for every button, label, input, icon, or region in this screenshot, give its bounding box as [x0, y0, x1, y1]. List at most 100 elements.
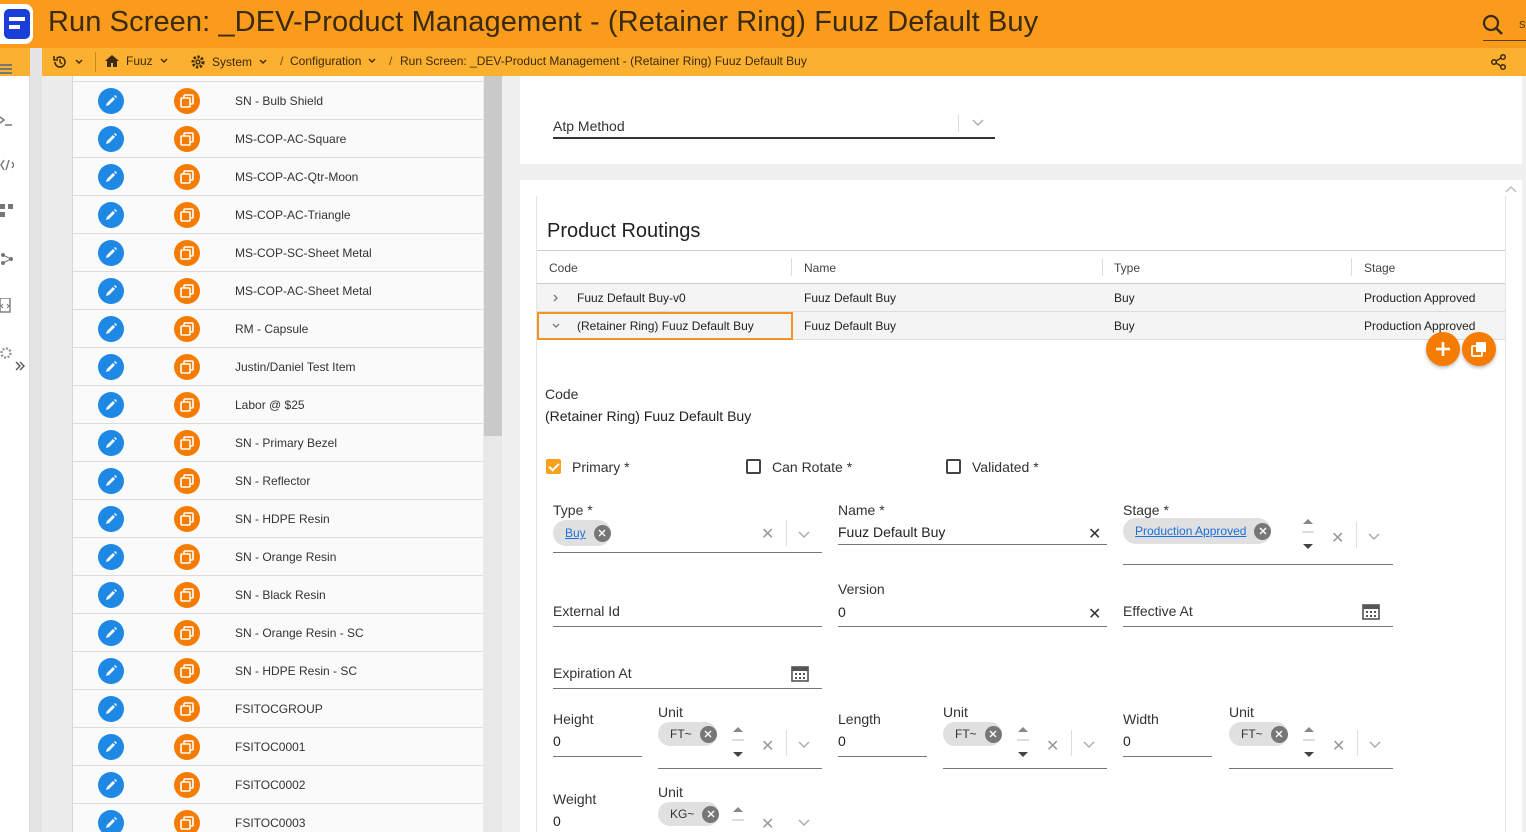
copy-icon[interactable]: [174, 392, 200, 418]
length-unit-select[interactable]: [943, 768, 1107, 769]
copy-icon[interactable]: [174, 468, 200, 494]
pencil-icon[interactable]: [98, 164, 124, 190]
pencil-icon[interactable]: [98, 392, 124, 418]
column-header-type[interactable]: Type: [1114, 261, 1140, 275]
pencil-icon[interactable]: [98, 810, 124, 832]
clear-icon[interactable]: ✕: [1088, 524, 1101, 544]
list-item[interactable]: MS-COP-AC-Square: [73, 120, 483, 158]
list-item[interactable]: RM - Capsule: [73, 310, 483, 348]
chevron-up-icon[interactable]: [1504, 184, 1518, 196]
column-header-name[interactable]: Name: [804, 261, 836, 275]
pencil-icon[interactable]: [98, 582, 124, 608]
search-icon[interactable]: [1480, 12, 1506, 38]
list-item[interactable]: MS-COP-SC-Sheet Metal: [73, 234, 483, 272]
list-item[interactable]: FSITOC0001: [73, 728, 483, 766]
history-menu[interactable]: [52, 54, 84, 70]
pencil-icon[interactable]: [98, 240, 124, 266]
copy-icon[interactable]: [174, 202, 200, 228]
weight-unit-chip[interactable]: KG~: [658, 802, 720, 826]
copy-button[interactable]: [1462, 332, 1496, 366]
close-icon[interactable]: [593, 524, 611, 542]
chevron-down-icon[interactable]: [551, 321, 561, 331]
code-icon[interactable]: [0, 158, 14, 172]
settings-icon[interactable]: [0, 346, 14, 360]
scroll-arrows-icon[interactable]: [1016, 722, 1030, 762]
validated-checkbox[interactable]: [946, 459, 961, 474]
scroll-arrows-icon[interactable]: [1301, 514, 1315, 554]
copy-icon[interactable]: [174, 544, 200, 570]
pencil-icon[interactable]: [98, 772, 124, 798]
copy-icon[interactable]: [174, 810, 200, 832]
list-item[interactable]: MS-COP-AC-Sheet Metal: [73, 272, 483, 310]
length-unit-chip[interactable]: FT~: [943, 722, 1002, 746]
copy-icon[interactable]: [174, 240, 200, 266]
pencil-icon[interactable]: [98, 734, 124, 760]
list-item[interactable]: SN - HDPE Resin: [73, 500, 483, 538]
list-item[interactable]: SN - HDPE Resin - SC: [73, 652, 483, 690]
pencil-icon[interactable]: [98, 620, 124, 646]
calendar-icon[interactable]: [1362, 602, 1380, 620]
calendar-icon[interactable]: [791, 664, 809, 682]
copy-icon[interactable]: [174, 316, 200, 342]
pencil-icon[interactable]: [98, 316, 124, 342]
pencil-icon[interactable]: [98, 468, 124, 494]
list-item[interactable]: SN - Reflector: [73, 462, 483, 500]
weight-input[interactable]: 0: [553, 813, 561, 829]
app-logo[interactable]: [0, 4, 33, 44]
share-icon[interactable]: [1490, 53, 1508, 71]
pencil-icon[interactable]: [98, 278, 124, 304]
clear-icon[interactable]: ✕: [761, 814, 774, 832]
chevron-down-icon[interactable]: [797, 738, 811, 750]
search-input[interactable]: s: [1519, 16, 1526, 31]
copy-icon[interactable]: [174, 430, 200, 456]
table-row-selected[interactable]: (Retainer Ring) Fuuz Default Buy Fuuz De…: [537, 312, 1505, 340]
copy-icon[interactable]: [174, 126, 200, 152]
chevron-right-icon[interactable]: [551, 293, 561, 303]
scrollbar-thumb[interactable]: [484, 76, 502, 436]
chevron-down-icon[interactable]: [797, 816, 811, 828]
chevron-down-icon[interactable]: [797, 528, 811, 540]
close-icon[interactable]: [984, 725, 1002, 743]
pencil-icon[interactable]: [98, 544, 124, 570]
copy-icon[interactable]: [174, 658, 200, 684]
network-icon[interactable]: [0, 252, 14, 266]
height-unit-select[interactable]: [658, 768, 822, 769]
copy-icon[interactable]: [174, 88, 200, 114]
copy-icon[interactable]: [174, 696, 200, 722]
expiration-at-input[interactable]: [553, 688, 822, 689]
type-chip-label[interactable]: Buy: [565, 526, 586, 540]
copy-icon[interactable]: [174, 734, 200, 760]
chevron-down-icon[interactable]: [1367, 530, 1381, 542]
atp-method-select[interactable]: [553, 137, 995, 139]
length-input[interactable]: 0: [838, 733, 846, 749]
height-unit-chip[interactable]: FT~: [658, 722, 717, 746]
clear-icon[interactable]: ✕: [1332, 736, 1345, 756]
stage-chip-label[interactable]: Production Approved: [1135, 524, 1246, 538]
list-scrollbar[interactable]: [484, 76, 502, 832]
stage-chip[interactable]: Production Approved: [1123, 518, 1272, 544]
pencil-icon[interactable]: [98, 430, 124, 456]
terminal-icon[interactable]: [0, 114, 14, 128]
primary-checkbox[interactable]: [546, 459, 561, 474]
name-input[interactable]: Fuuz Default Buy: [838, 524, 945, 540]
pencil-icon[interactable]: [98, 202, 124, 228]
pencil-icon[interactable]: [98, 696, 124, 722]
menu-icon[interactable]: [0, 62, 14, 76]
pencil-icon[interactable]: [98, 658, 124, 684]
list-item[interactable]: SN - Black Resin: [73, 576, 483, 614]
file-code-icon[interactable]: [0, 298, 14, 314]
list-item[interactable]: MS-COP-AC-Triangle: [73, 196, 483, 234]
list-item[interactable]: SN - Primary Bezel: [73, 424, 483, 462]
close-icon[interactable]: [1270, 725, 1288, 743]
clear-icon[interactable]: ✕: [761, 524, 774, 544]
can-rotate-checkbox[interactable]: [746, 459, 761, 474]
breadcrumb-configuration[interactable]: Configuration: [290, 54, 377, 68]
type-select[interactable]: [553, 552, 822, 553]
external-id-input[interactable]: [553, 626, 822, 627]
scroll-arrows-icon[interactable]: [731, 722, 745, 762]
pencil-icon[interactable]: [98, 126, 124, 152]
clear-icon[interactable]: ✕: [1046, 736, 1059, 756]
copy-icon[interactable]: [174, 620, 200, 646]
close-icon[interactable]: [699, 725, 717, 743]
stage-select[interactable]: [1123, 564, 1393, 565]
